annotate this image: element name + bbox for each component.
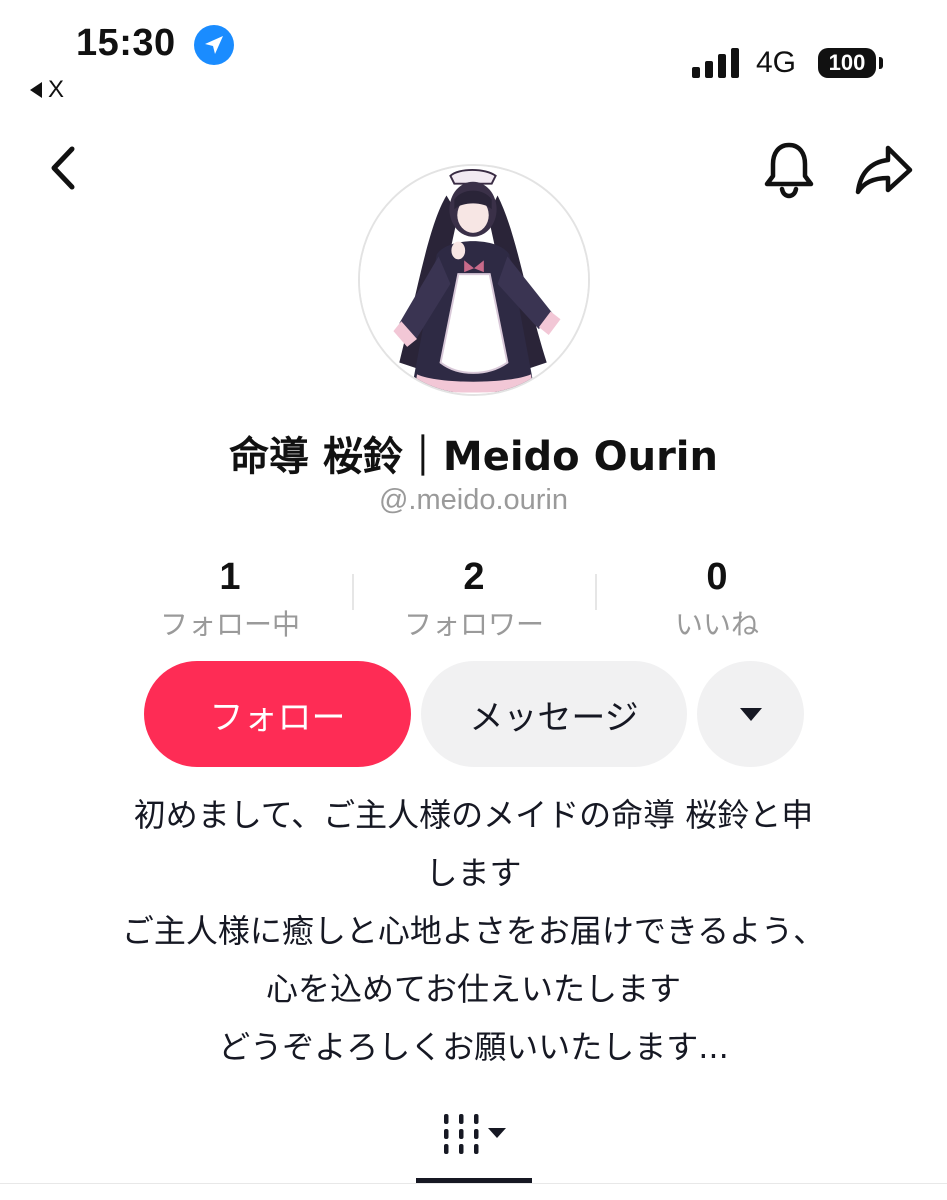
message-button[interactable]: メッセージ: [421, 661, 687, 767]
battery-tip: [879, 57, 883, 69]
username: @.meido.ourin: [378, 484, 569, 516]
battery-level: 100: [828, 50, 866, 75]
back-to-app-button[interactable]: X: [30, 76, 64, 104]
network-type: 4G: [756, 46, 797, 79]
more-options-button[interactable]: [697, 661, 804, 767]
caret-down-icon: [739, 707, 762, 721]
chevron-left-icon[interactable]: [40, 143, 90, 193]
videos-grid-icon: [444, 1114, 506, 1154]
share-arrow-icon[interactable]: [852, 140, 916, 200]
likes-count: 0: [706, 556, 728, 598]
stat-divider: [595, 574, 597, 610]
bio: 初めまして、ご主人様のメイドの命導 桜鈴と申 します ご主人様に癒しと心地よさを…: [60, 786, 887, 1076]
followers-count: 2: [463, 556, 485, 598]
battery-icon: 100: [818, 48, 876, 78]
tab-videos[interactable]: [416, 1110, 532, 1180]
bio-line: ご主人様に癒しと心地よさをお届けできるよう、: [121, 912, 826, 950]
stat-following[interactable]: 1 フォロー中: [120, 556, 340, 642]
status-time: 15:30: [76, 22, 176, 64]
bio-line: 心を込めてお仕えいたします: [265, 970, 682, 1008]
follow-button[interactable]: フォロー: [144, 661, 411, 767]
message-button-label: メッセージ: [469, 697, 639, 738]
bio-line: します: [425, 854, 522, 892]
stat-divider: [352, 574, 354, 610]
likes-label: いいね: [674, 608, 759, 641]
cellular-signal-icon: [692, 48, 739, 78]
profile-screen: 15:30 X 4G 100 命導 桜鈴｜Meido Ourin @.meido…: [0, 0, 947, 1200]
stat-likes[interactable]: 0 いいね: [607, 556, 827, 642]
tab-bar-divider: [0, 1183, 947, 1184]
back-app-label: X: [48, 76, 65, 103]
bell-icon[interactable]: [758, 138, 820, 200]
following-label: フォロー中: [159, 608, 300, 641]
bio-line: どうぞよろしくお願いいたします...: [218, 1028, 729, 1066]
following-count: 1: [219, 556, 241, 598]
back-triangle-icon: [30, 82, 42, 98]
display-name: 命導 桜鈴｜Meido Ourin: [228, 434, 718, 480]
location-arrow-icon: [194, 25, 234, 65]
avatar[interactable]: [358, 164, 590, 396]
maid-character-avatar: [360, 166, 588, 394]
bio-line: 初めまして、ご主人様のメイドの命導 桜鈴と申: [133, 796, 814, 834]
follow-button-label: フォロー: [209, 697, 346, 738]
stat-followers[interactable]: 2 フォロワー: [364, 556, 584, 642]
followers-label: フォロワー: [403, 608, 544, 641]
